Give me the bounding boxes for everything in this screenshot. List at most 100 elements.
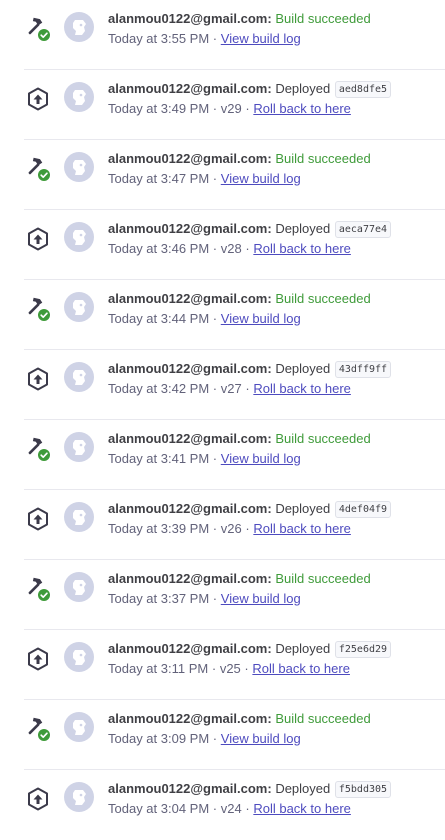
user-avatar-icon — [64, 82, 94, 112]
roll-back-link[interactable]: Roll back to here — [253, 101, 351, 116]
timestamp: Today at 3:39 PM — [108, 521, 210, 536]
deploy-upload-icon — [24, 785, 52, 813]
user-avatar-icon — [64, 222, 94, 252]
build-status: Build succeeded — [275, 571, 371, 586]
activity-summary: alanmou0122@gmail.com: Deployed 4def04f9 — [108, 501, 392, 518]
timestamp: Today at 3:04 PM — [108, 801, 210, 816]
deploy-status: Deployed — [275, 781, 331, 796]
timestamp: Today at 3:44 PM — [108, 311, 210, 326]
view-build-log-link[interactable]: View build log — [221, 731, 301, 746]
deploy-activity-item: alanmou0122@gmail.com: Deployed aeca77e4… — [0, 210, 445, 280]
separator: · — [212, 171, 218, 186]
user-avatar-icon — [64, 712, 94, 742]
release-version: v24 — [220, 801, 242, 816]
commit-sha-badge: 4def04f9 — [334, 501, 392, 518]
user-avatar-icon — [64, 782, 94, 812]
activity-summary: alanmou0122@gmail.com: Build succeeded — [108, 711, 371, 727]
activity-meta: Today at 3:37 PM · View build log — [108, 591, 301, 607]
activity-summary: alanmou0122@gmail.com: Build succeeded — [108, 571, 371, 587]
deploy-status: Deployed — [275, 501, 331, 516]
view-build-log-link[interactable]: View build log — [221, 451, 301, 466]
view-build-log-link[interactable]: View build log — [221, 591, 301, 606]
user-email: alanmou0122@gmail.com: — [108, 361, 272, 376]
roll-back-link[interactable]: Roll back to here — [253, 801, 351, 816]
user-avatar-icon — [64, 572, 94, 602]
activity-meta: Today at 3:11 PM · v25 · Roll back to he… — [108, 661, 350, 677]
user-avatar-icon — [64, 362, 94, 392]
separator: · — [212, 801, 218, 816]
build-activity-item: alanmou0122@gmail.com: Build succeeded To… — [0, 560, 445, 630]
view-build-log-link[interactable]: View build log — [221, 311, 301, 326]
deploy-upload-icon — [24, 645, 52, 673]
build-activity-item: alanmou0122@gmail.com: Build succeeded To… — [0, 420, 445, 490]
release-version: v29 — [220, 101, 242, 116]
separator: · — [211, 661, 217, 676]
deploy-upload-icon — [24, 225, 52, 253]
separator: · — [245, 241, 250, 256]
separator: · — [212, 521, 218, 536]
roll-back-link[interactable]: Roll back to here — [252, 661, 350, 676]
hammer-success-icon — [24, 155, 52, 183]
roll-back-link[interactable]: Roll back to here — [253, 381, 351, 396]
hammer-success-icon — [24, 715, 52, 743]
user-email: alanmou0122@gmail.com: — [108, 81, 272, 96]
activity-summary: alanmou0122@gmail.com: Build succeeded — [108, 151, 371, 167]
deploy-activity-item: alanmou0122@gmail.com: Deployed 43dff9ff… — [0, 350, 445, 420]
user-email: alanmou0122@gmail.com: — [108, 151, 272, 166]
activity-summary: alanmou0122@gmail.com: Build succeeded — [108, 11, 371, 27]
commit-sha-badge: 43dff9ff — [334, 361, 392, 378]
separator: · — [212, 591, 218, 606]
view-build-log-link[interactable]: View build log — [221, 31, 301, 46]
build-activity-item: alanmou0122@gmail.com: Build succeeded To… — [0, 700, 445, 770]
timestamp: Today at 3:55 PM — [108, 31, 210, 46]
separator: · — [212, 451, 218, 466]
user-avatar-icon — [64, 502, 94, 532]
user-email: alanmou0122@gmail.com: — [108, 781, 272, 796]
separator: · — [212, 731, 218, 746]
user-email: alanmou0122@gmail.com: — [108, 501, 272, 516]
activity-meta: Today at 3:42 PM · v27 · Roll back to he… — [108, 381, 351, 397]
deploy-upload-icon — [24, 365, 52, 393]
activity-meta: Today at 3:39 PM · v26 · Roll back to he… — [108, 521, 351, 537]
user-avatar-icon — [64, 12, 94, 42]
hammer-success-icon — [24, 295, 52, 323]
commit-sha-badge: f25e6d29 — [334, 641, 392, 658]
activity-meta: Today at 3:49 PM · v29 · Roll back to he… — [108, 101, 351, 117]
user-email: alanmou0122@gmail.com: — [108, 221, 272, 236]
user-email: alanmou0122@gmail.com: — [108, 431, 272, 446]
activity-meta: Today at 3:41 PM · View build log — [108, 451, 301, 467]
separator: · — [245, 521, 250, 536]
timestamp: Today at 3:37 PM — [108, 591, 210, 606]
user-avatar-icon — [64, 152, 94, 182]
timestamp: Today at 3:11 PM — [108, 661, 209, 676]
deploy-status: Deployed — [275, 221, 331, 236]
build-activity-item: alanmou0122@gmail.com: Build succeeded To… — [0, 140, 445, 210]
user-email: alanmou0122@gmail.com: — [108, 11, 272, 26]
release-version: v26 — [220, 521, 242, 536]
build-status: Build succeeded — [275, 431, 371, 446]
build-activity-item: alanmou0122@gmail.com: Build succeeded To… — [0, 280, 445, 350]
timestamp: Today at 3:47 PM — [108, 171, 210, 186]
deploy-activity-item: alanmou0122@gmail.com: Deployed f25e6d29… — [0, 630, 445, 700]
build-status: Build succeeded — [275, 291, 371, 306]
user-email: alanmou0122@gmail.com: — [108, 291, 272, 306]
activity-meta: Today at 3:46 PM · v28 · Roll back to he… — [108, 241, 351, 257]
commit-sha-badge: aeca77e4 — [334, 221, 392, 238]
separator: · — [244, 661, 249, 676]
activity-summary: alanmou0122@gmail.com: Deployed f5bdd305 — [108, 781, 392, 798]
roll-back-link[interactable]: Roll back to here — [253, 521, 351, 536]
build-status: Build succeeded — [275, 151, 371, 166]
roll-back-link[interactable]: Roll back to here — [253, 241, 351, 256]
deploy-upload-icon — [24, 85, 52, 113]
timestamp: Today at 3:49 PM — [108, 101, 210, 116]
separator: · — [245, 381, 250, 396]
separator: · — [245, 101, 250, 116]
user-email: alanmou0122@gmail.com: — [108, 571, 272, 586]
view-build-log-link[interactable]: View build log — [221, 171, 301, 186]
timestamp: Today at 3:46 PM — [108, 241, 210, 256]
deploy-activity-item: alanmou0122@gmail.com: Deployed f5bdd305… — [0, 770, 445, 840]
timestamp: Today at 3:41 PM — [108, 451, 210, 466]
separator: · — [212, 101, 218, 116]
deploy-activity-item: alanmou0122@gmail.com: Deployed aed8dfe5… — [0, 70, 445, 140]
separator: · — [245, 801, 250, 816]
